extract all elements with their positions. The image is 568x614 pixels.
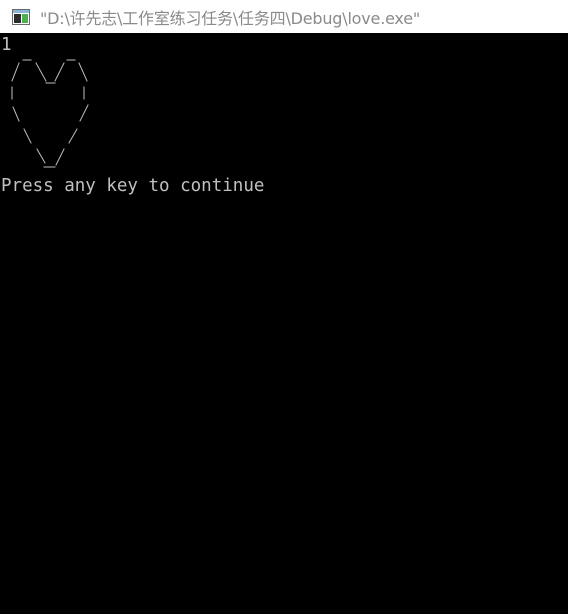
title-bar[interactable]: "D:\许先志\工作室练习任务\任务四\Debug\love.exe" [0,0,568,33]
heart-stroke [68,128,78,144]
heart-stroke [54,62,65,82]
continue-prompt: Press any key to continue [1,176,265,196]
heart-stroke [78,62,88,82]
heart-stroke [36,148,46,164]
console-area[interactable]: 1 Press any key to continue [0,33,568,614]
console-output: 1 Press any key to continue [1,36,264,196]
console-line-number: 1 [1,35,12,55]
console-window: "D:\许先志\工作室练习任务\任务四\Debug\love.exe" 1 Pr… [0,0,568,614]
ascii-heart [11,59,89,168]
heart-stroke [55,148,65,166]
heart-stroke [12,106,20,122]
console-window-icon [12,8,30,25]
window-title: "D:\许先志\工作室练习任务\任务四\Debug\love.exe" [40,8,421,28]
heart-stroke [23,128,32,144]
heart-stroke [11,62,20,82]
heart-stroke [35,62,47,82]
heart-stroke [79,104,89,122]
